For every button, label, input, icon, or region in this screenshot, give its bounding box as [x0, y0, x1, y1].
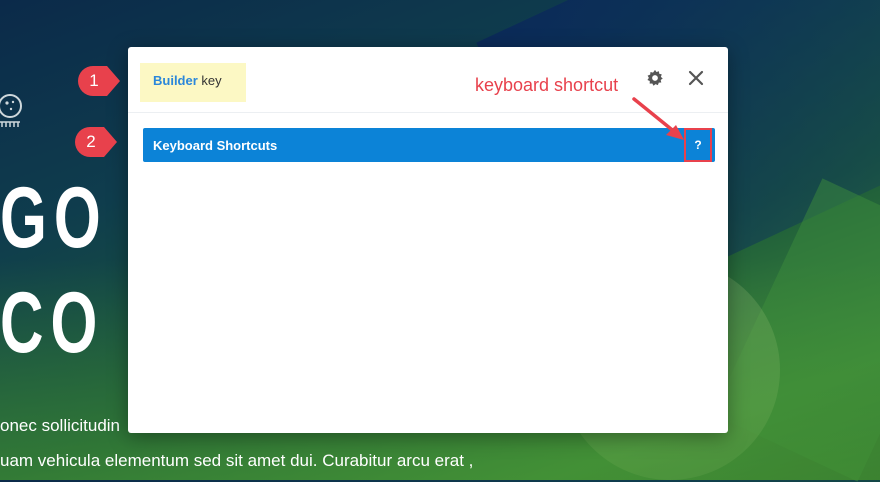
keyboard-shortcuts-label: Keyboard Shortcuts: [153, 138, 278, 153]
hero-paragraph-line-1: onec sollicitudin: [0, 416, 121, 435]
gear-icon[interactable]: [646, 69, 664, 87]
close-icon[interactable]: [687, 69, 705, 87]
builder-key-tab-accent: Builder: [153, 73, 198, 88]
hero-heading-line-2: CO: [0, 275, 105, 371]
marker-number: 2: [86, 132, 96, 151]
builder-key-tab[interactable]: Builder key: [153, 73, 222, 88]
annotation-marker-1: 1: [77, 65, 121, 97]
marker-number: 1: [89, 71, 99, 90]
annotation-label: keyboard shortcut: [475, 75, 619, 95]
annotation-arrow-icon: [632, 97, 684, 140]
hero-heading-line-1: GO: [0, 170, 108, 266]
hero-paragraph-line-2: uam vehicula elementum sed sit amet dui.…: [0, 451, 474, 470]
site-logo-icon: [0, 94, 22, 127]
builder-key-tab-rest: key: [197, 73, 222, 88]
annotation-marker-2: 2: [74, 126, 118, 158]
